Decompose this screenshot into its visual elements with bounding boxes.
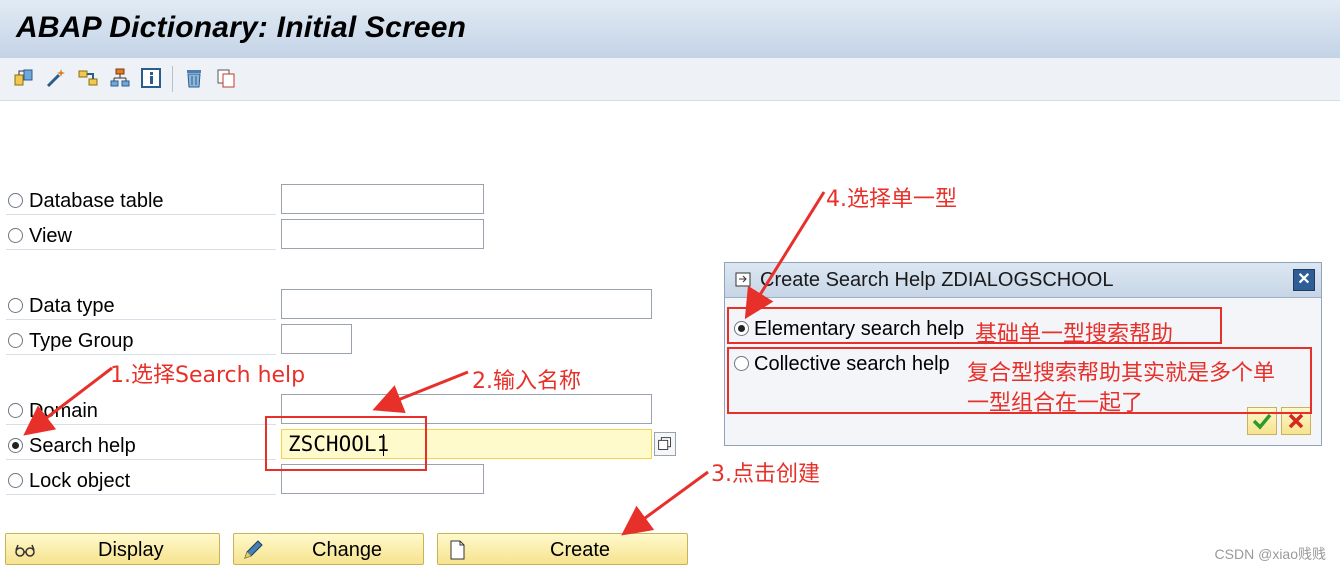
radio-domain[interactable] bbox=[8, 403, 23, 418]
annotation-step2: 2.输入名称 bbox=[472, 369, 581, 394]
checkmark-icon bbox=[1252, 413, 1272, 430]
label-database-table: Database table bbox=[29, 190, 164, 212]
new-document-icon bbox=[450, 540, 465, 560]
row-divider bbox=[6, 249, 276, 250]
dialog-title-bar: Create Search Help ZDIALOGSCHOOL ✕ bbox=[725, 263, 1321, 298]
change-button[interactable]: Change bbox=[233, 533, 424, 565]
cancel-icon bbox=[1288, 413, 1304, 429]
radio-lock-object[interactable] bbox=[8, 473, 23, 488]
value-help-button[interactable] bbox=[654, 432, 676, 456]
change-button-label: Change bbox=[312, 539, 383, 561]
annotation-step4: 4.选择单一型 bbox=[826, 187, 957, 212]
copy-icon[interactable] bbox=[214, 66, 238, 90]
annotation-step1: 1.选择Search help bbox=[110, 363, 306, 388]
title-bar: ABAP Dictionary: Initial Screen bbox=[0, 0, 1340, 59]
label-domain: Domain bbox=[29, 400, 98, 422]
create-button-label: Create bbox=[550, 539, 611, 561]
delete-icon[interactable] bbox=[182, 66, 206, 90]
radio-data-type[interactable] bbox=[8, 298, 23, 313]
display-button-label: Display bbox=[98, 539, 164, 561]
view-input[interactable] bbox=[281, 219, 484, 249]
label-view: View bbox=[29, 225, 72, 247]
label-data-type: Data type bbox=[29, 295, 115, 317]
watermark: CSDN @xiao贱贱 bbox=[1214, 546, 1326, 562]
toolbar-separator bbox=[172, 66, 173, 92]
arrow-step3 bbox=[621, 470, 709, 536]
glasses-icon bbox=[15, 544, 35, 557]
value-help-icon bbox=[658, 437, 671, 450]
data-type-input[interactable] bbox=[281, 289, 652, 319]
row-divider bbox=[6, 354, 276, 355]
database-table-input[interactable] bbox=[281, 184, 484, 214]
create-button[interactable]: Create bbox=[437, 533, 688, 565]
dialog-title: Create Search Help ZDIALOGSCHOOL bbox=[760, 269, 1114, 291]
radio-type-group[interactable] bbox=[8, 333, 23, 348]
where-used-icon[interactable] bbox=[76, 66, 100, 90]
application-toolbar bbox=[0, 58, 1340, 101]
magic-wand-icon[interactable] bbox=[43, 66, 67, 90]
info-icon[interactable] bbox=[139, 66, 163, 90]
label-search-help: Search help bbox=[29, 435, 136, 457]
annotation-collective-note-1: 复合型搜索帮助其实就是多个单 bbox=[967, 361, 1276, 386]
radio-search-help[interactable] bbox=[8, 438, 23, 453]
dialog-close-button[interactable]: ✕ bbox=[1293, 269, 1315, 291]
pencil-icon bbox=[244, 540, 263, 559]
row-divider bbox=[6, 459, 276, 460]
radio-database-table[interactable] bbox=[8, 193, 23, 208]
radio-view[interactable] bbox=[8, 228, 23, 243]
annotation-box-name-input bbox=[265, 416, 427, 471]
row-divider bbox=[6, 214, 276, 215]
annotation-elementary-note: 基础单一型搜索帮助 bbox=[975, 322, 1174, 347]
annotation-collective-note-2: 一型组合在一起了 bbox=[967, 391, 1144, 416]
row-divider bbox=[6, 319, 276, 320]
dialog-icon bbox=[735, 272, 751, 287]
row-divider bbox=[6, 424, 276, 425]
label-lock-object: Lock object bbox=[29, 470, 131, 492]
row-divider bbox=[6, 494, 276, 495]
annotation-step3: 3.点击创建 bbox=[711, 462, 820, 487]
page-title: ABAP Dictionary: Initial Screen bbox=[16, 11, 467, 44]
type-group-input[interactable] bbox=[281, 324, 352, 354]
other-object-icon[interactable] bbox=[12, 66, 36, 90]
label-type-group: Type Group bbox=[29, 330, 134, 352]
hierarchy-icon[interactable] bbox=[108, 66, 132, 90]
display-button[interactable]: Display bbox=[5, 533, 220, 565]
